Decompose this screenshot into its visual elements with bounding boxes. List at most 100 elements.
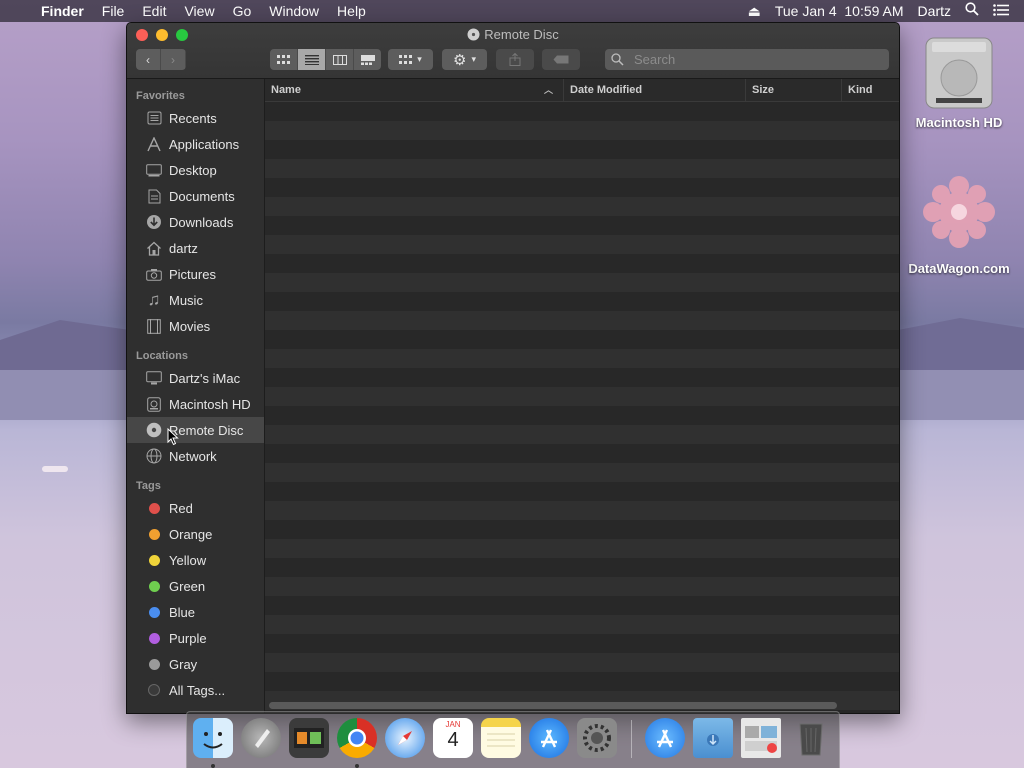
sidebar-tag-yellow[interactable]: Yellow — [127, 547, 264, 573]
tag-dot-icon — [145, 499, 163, 517]
downloads-icon — [145, 213, 163, 231]
gallery-view-button[interactable] — [354, 49, 381, 70]
columns-icon — [332, 54, 347, 65]
documents-icon — [145, 187, 163, 205]
menu-go[interactable]: Go — [224, 0, 261, 22]
back-button[interactable]: ‹ — [136, 49, 161, 70]
imac-icon — [145, 369, 163, 387]
sidebar-item-applications[interactable]: Applications — [127, 131, 264, 157]
sidebar-item-label: Purple — [169, 630, 207, 646]
sidebar-item-macintosh-hd[interactable]: Macintosh HD — [127, 391, 264, 417]
dock-finder-icon[interactable] — [193, 718, 233, 758]
sidebar-item-label: Gray — [169, 656, 198, 672]
dock-app-store-icon[interactable] — [529, 718, 569, 758]
dock-system-preferences-icon[interactable] — [577, 718, 617, 758]
notification-center-icon[interactable] — [986, 0, 1016, 22]
column-header-size[interactable]: Size — [745, 79, 840, 101]
sidebar-tag-gray[interactable]: Gray — [127, 651, 264, 677]
sort-ascending-icon: ︿ — [543, 85, 553, 95]
gallery-icon — [360, 54, 375, 65]
list-icon — [304, 54, 319, 65]
sidebar-tag-red[interactable]: Red — [127, 495, 264, 521]
tag-dot-icon — [145, 655, 163, 673]
sidebar-item-label: Dartz's iMac — [169, 370, 241, 386]
dock-chrome-icon[interactable] — [337, 718, 377, 758]
desktop-icon-datawagon[interactable]: DataWagon.com — [904, 172, 1014, 276]
grid-icon — [277, 54, 290, 64]
sidebar-item-pictures[interactable]: Pictures — [127, 261, 264, 287]
list-view-button[interactable] — [298, 49, 326, 70]
nav-buttons: ‹ › — [136, 49, 186, 70]
dock-calendar-icon[interactable]: JAN 4 — [433, 718, 473, 758]
sidebar-item-movies[interactable]: Movies — [127, 313, 264, 339]
column-header-date[interactable]: Date Modified — [563, 79, 742, 101]
forward-button[interactable]: › — [161, 49, 186, 70]
window-title-text: Remote Disc — [484, 27, 559, 42]
sidebar-item-label: Applications — [169, 136, 240, 152]
calendar-day: 4 — [447, 729, 459, 751]
window-title: Remote Disc — [127, 27, 899, 42]
dock-trash-icon[interactable] — [791, 718, 831, 758]
sidebar-tag-green[interactable]: Green — [127, 573, 264, 599]
dock-downloads-folder-icon[interactable] — [693, 718, 733, 758]
view-mode-buttons — [270, 49, 381, 70]
sidebar-tag-blue[interactable]: Blue — [127, 599, 264, 625]
menu-window[interactable]: Window — [260, 0, 328, 22]
column-header-kind[interactable]: Kind — [841, 79, 899, 101]
sidebar-item-label: Network — [169, 448, 217, 464]
menu-file[interactable]: File — [93, 0, 134, 22]
sidebar-item-network[interactable]: Network — [127, 443, 264, 469]
title-bar[interactable]: Remote Disc ‹ › ▾ ⚙ ▾ Search — [127, 23, 899, 79]
sidebar-item-home[interactable]: dartz — [127, 235, 264, 261]
app-menu[interactable]: Finder — [32, 0, 93, 22]
desktop-icon-macintosh-hd[interactable]: Macintosh HD — [904, 34, 1014, 130]
search-placeholder: Search — [634, 52, 676, 67]
action-button[interactable]: ⚙ ▾ — [442, 49, 487, 70]
sidebar-item-remote-disc[interactable]: Remote Disc — [127, 417, 264, 443]
menu-edit[interactable]: Edit — [133, 0, 175, 22]
sidebar-item-recents[interactable]: Recents — [127, 105, 264, 131]
sidebar-tag-orange[interactable]: Orange — [127, 521, 264, 547]
dock-app-store-download-icon[interactable] — [645, 718, 685, 758]
sidebar-item-documents[interactable]: Documents — [127, 183, 264, 209]
user-menu[interactable]: Dartz — [911, 0, 958, 22]
menu-view[interactable]: View — [175, 0, 223, 22]
search-field[interactable]: Search — [605, 49, 889, 70]
sidebar-item-label: All Tags... — [169, 682, 226, 698]
horizontal-scrollbar[interactable] — [269, 702, 837, 709]
eject-icon[interactable]: ⏏ — [741, 0, 768, 22]
sidebar-item-downloads[interactable]: Downloads — [127, 209, 264, 235]
group-button[interactable]: ▾ — [388, 49, 433, 70]
dock-notes-icon[interactable] — [481, 718, 521, 758]
menu-help[interactable]: Help — [328, 0, 375, 22]
sidebar-item-music[interactable]: ♫ Music — [127, 287, 264, 313]
dock-documents-stack-icon[interactable] — [741, 718, 781, 758]
tag-dot-icon — [145, 551, 163, 569]
sidebar-item-label: Pictures — [169, 266, 216, 282]
sidebar-item-desktop[interactable]: Desktop — [127, 157, 264, 183]
clock[interactable]: Tue Jan 4 10:59 AM — [768, 0, 911, 22]
dock-running-indicator — [355, 764, 359, 768]
column-header-name[interactable]: Name ︿ — [265, 79, 561, 101]
dock-photo-browser-icon[interactable] — [289, 718, 329, 758]
icon-view-button[interactable] — [270, 49, 298, 70]
section-favorites: Favorites — [136, 90, 185, 102]
spotlight-icon[interactable] — [958, 0, 986, 22]
share-button[interactable] — [496, 49, 534, 70]
disc-icon — [467, 28, 480, 41]
sidebar-item-label: Recents — [169, 110, 217, 126]
dock-safari-icon[interactable] — [385, 718, 425, 758]
desktop-icon — [145, 161, 163, 179]
sidebar-tag-purple[interactable]: Purple — [127, 625, 264, 651]
flower-image-icon — [923, 176, 995, 248]
dock-launchpad-icon[interactable] — [241, 718, 281, 758]
column-header-row: Name ︿ Date Modified Size Kind — [265, 79, 899, 102]
empty-rows — [265, 102, 899, 710]
tags-button[interactable] — [542, 49, 580, 70]
mouse-pointer-icon — [167, 428, 179, 446]
sidebar-item-label: Green — [169, 578, 206, 594]
column-view-button[interactable] — [326, 49, 354, 70]
sidebar-tag-all[interactable]: All Tags... — [127, 677, 264, 703]
sidebar-item-label: dartz — [169, 240, 198, 256]
sidebar-item-imac[interactable]: Dartz's iMac — [127, 365, 264, 391]
